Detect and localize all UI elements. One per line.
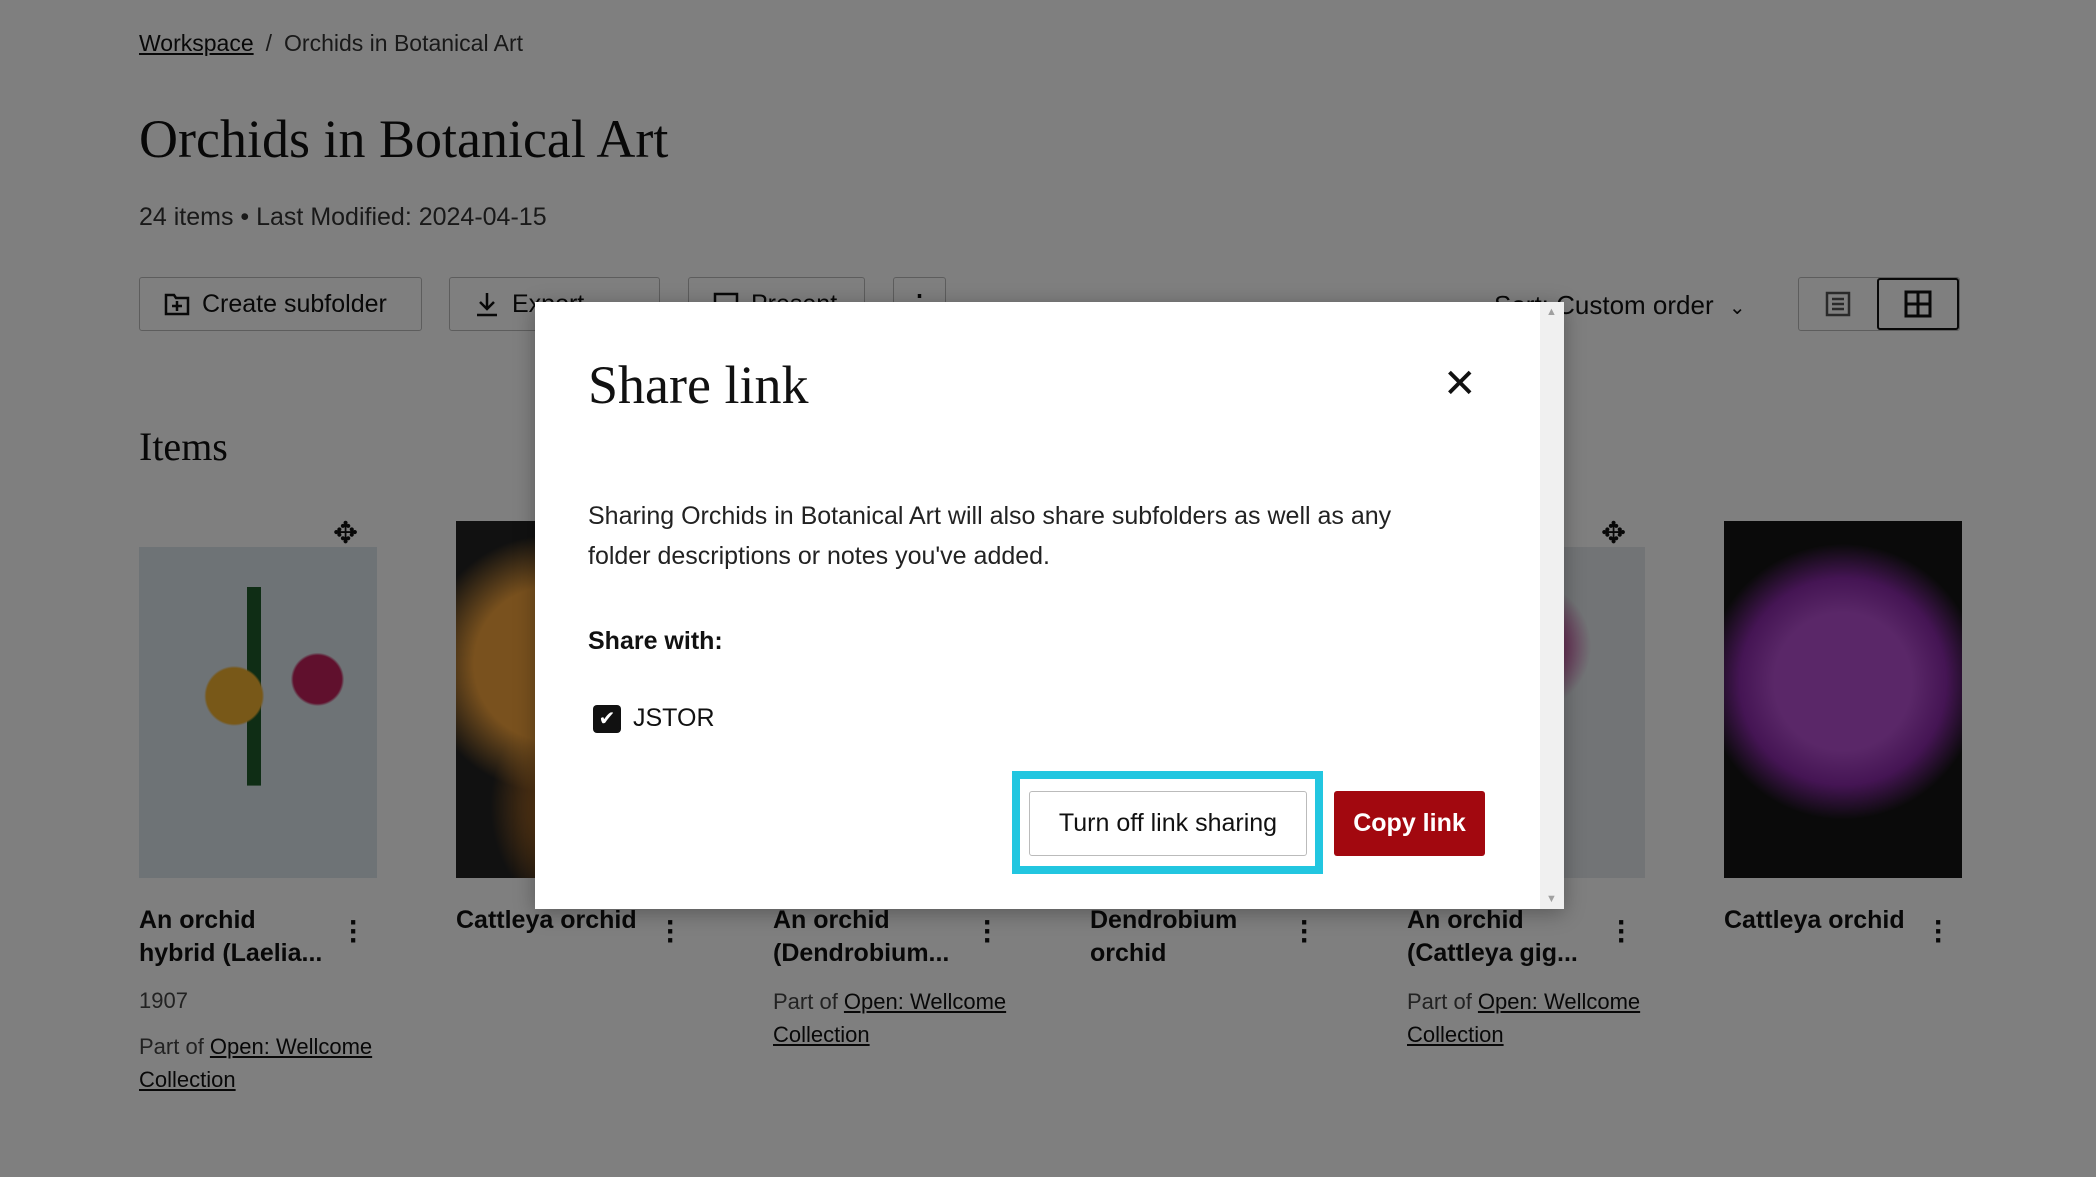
scroll-down-icon[interactable]: ▼ — [1546, 893, 1557, 905]
dialog-title: Share link — [588, 355, 809, 415]
check-icon: ✔ — [598, 708, 616, 730]
jstor-checkbox[interactable]: ✔ — [593, 705, 621, 733]
jstor-checkbox-label[interactable]: JSTOR — [633, 704, 715, 733]
copy-link-button[interactable]: Copy link — [1334, 791, 1485, 856]
scroll-up-icon[interactable]: ▲ — [1546, 306, 1557, 318]
share-with-label: Share with: — [588, 627, 723, 655]
close-icon[interactable]: ✕ — [1443, 364, 1477, 404]
folder-page: Workspace/Orchids in Botanical Art Orchi… — [0, 0, 2096, 1177]
dialog-description: Sharing Orchids in Botanical Art will al… — [588, 502, 1392, 570]
dialog-scrollbar[interactable]: ▲ ▼ — [1540, 302, 1564, 909]
turn-off-link-sharing-button[interactable]: Turn off link sharing — [1029, 791, 1307, 856]
share-link-dialog: Share link ✕ Sharing Orchids in Botanica… — [535, 302, 1564, 909]
